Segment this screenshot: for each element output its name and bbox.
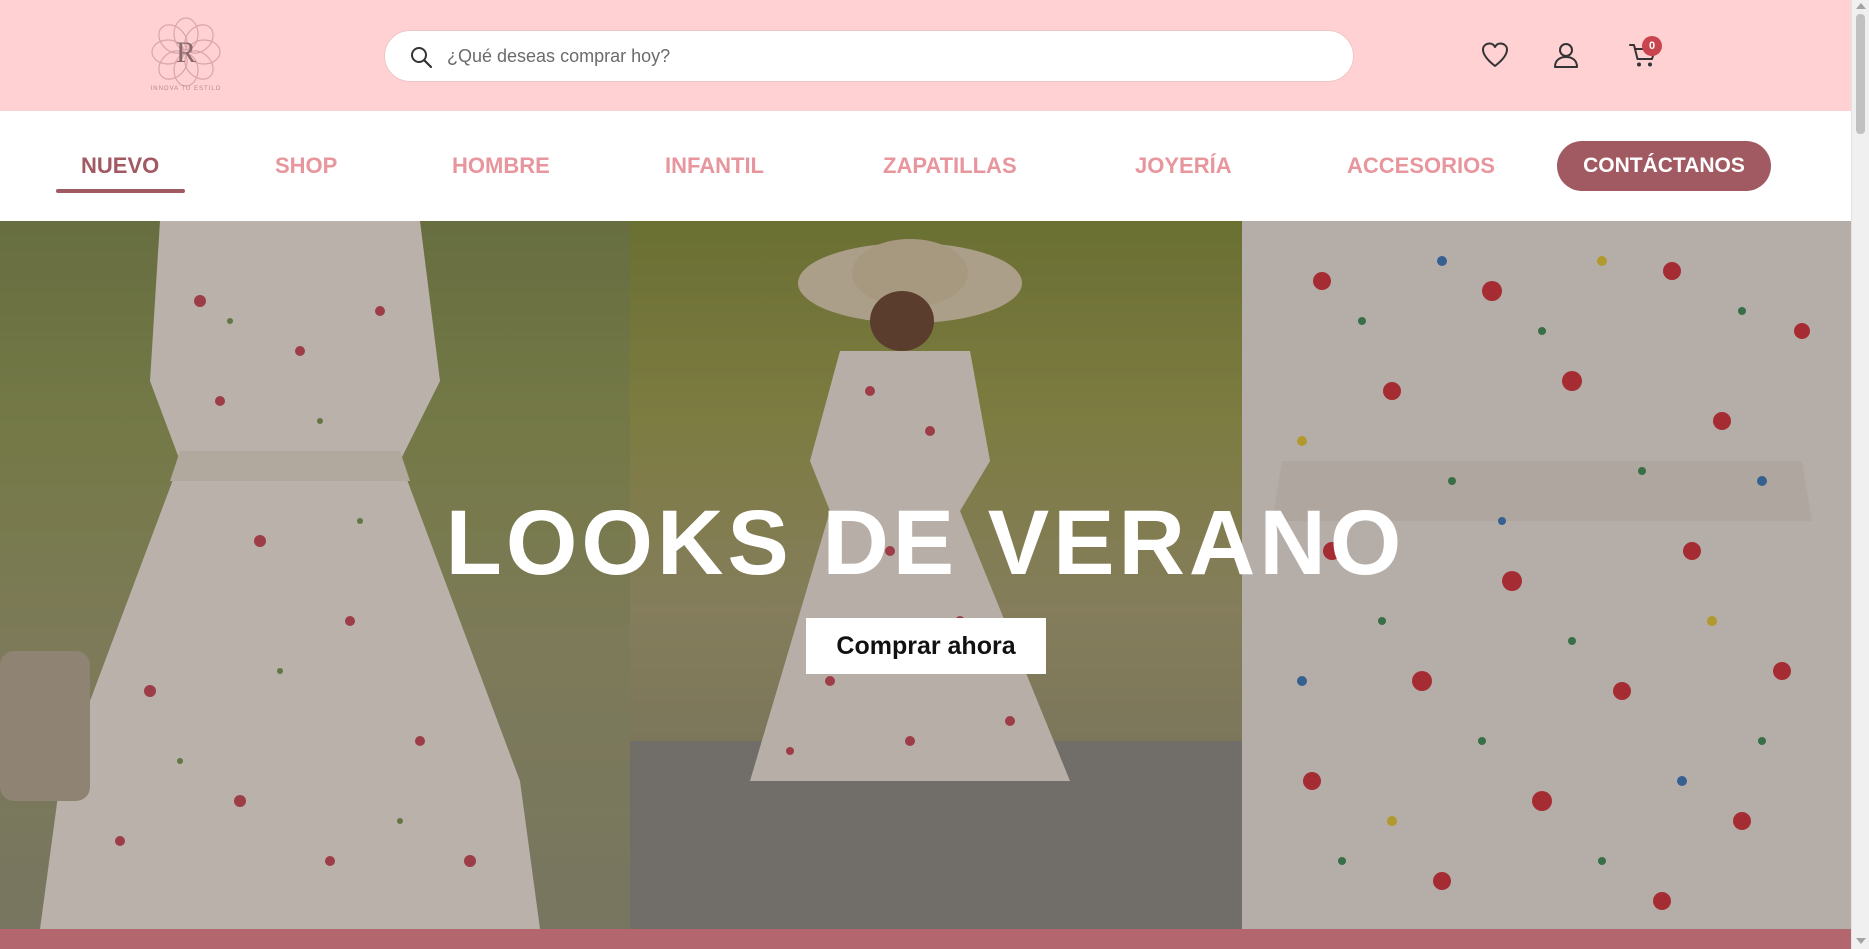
page: R INNOVA TU ESTILO ¿Qué deseas comprar h…: [0, 0, 1869, 949]
scroll-down-arrow-icon[interactable]: [1856, 938, 1866, 944]
shop-now-button[interactable]: Comprar ahora: [806, 618, 1046, 674]
brand-logo[interactable]: R INNOVA TU ESTILO: [146, 12, 226, 96]
scrollbar-thumb[interactable]: [1856, 14, 1865, 134]
nav-item-nuevo[interactable]: NUEVO: [81, 153, 159, 179]
search-input[interactable]: [447, 31, 1327, 81]
logo-letter: R: [176, 36, 196, 69]
hero-title: LOOKS DE VERANO: [445, 492, 1406, 594]
nav-item-hombre[interactable]: HOMBRE: [452, 153, 550, 179]
hero-banner: LOOKS DE VERANO Comprar ahora: [0, 221, 1851, 929]
nav-item-shop[interactable]: SHOP: [275, 153, 337, 179]
cart-count-badge: 0: [1642, 36, 1662, 56]
nav-item-accesorios[interactable]: ACCESORIOS: [1347, 153, 1495, 179]
nav-item-joyeria[interactable]: JOYERÍA: [1135, 153, 1232, 179]
top-header: R INNOVA TU ESTILO ¿Qué deseas comprar h…: [0, 0, 1851, 111]
account-button[interactable]: [1551, 40, 1581, 70]
active-nav-underline: [56, 189, 185, 193]
bottom-color-strip: [0, 929, 1851, 949]
user-icon: [1554, 43, 1578, 68]
search-icon[interactable]: [409, 45, 433, 69]
contact-button[interactable]: CONTÁCTANOS: [1557, 141, 1771, 191]
main-navigation: NUEVO SHOP HOMBRE INFANTIL ZAPATILLAS JO…: [0, 111, 1851, 221]
logo-flower-icon: R: [151, 17, 221, 87]
heart-icon: [1482, 42, 1508, 67]
wishlist-button[interactable]: [1480, 40, 1510, 70]
page-scrollbar[interactable]: [1851, 0, 1869, 949]
nav-item-infantil[interactable]: INFANTIL: [665, 153, 764, 179]
nav-item-zapatillas[interactable]: ZAPATILLAS: [883, 153, 1017, 179]
search-bar[interactable]: [384, 30, 1354, 82]
logo-tagline: INNOVA TU ESTILO: [150, 86, 222, 92]
scroll-up-arrow-icon[interactable]: [1856, 3, 1866, 9]
